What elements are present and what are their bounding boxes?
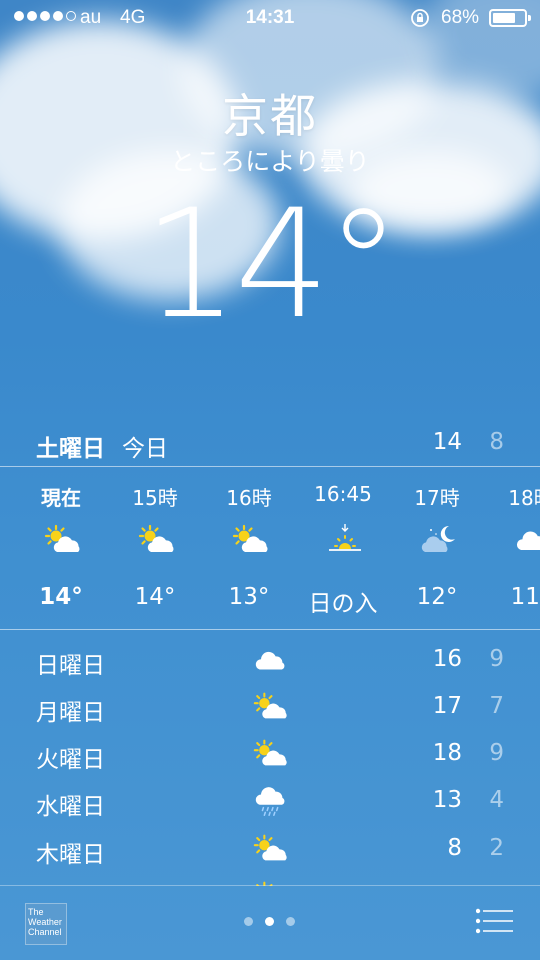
logo-text: The Weather Channel	[28, 907, 62, 937]
hourly-forecast[interactable]: 現在 14° 15時 14° 16時 13° 16:45 日の入 17時 12° 18時 11°	[0, 468, 540, 628]
partly-sunny-icon	[231, 524, 271, 556]
daily-low: 9	[489, 740, 504, 766]
city-name: 京都	[222, 89, 318, 143]
daily-weekday: 日曜日	[36, 653, 105, 679]
hourly-item: 17時 12°	[390, 468, 484, 628]
page-dot[interactable]	[244, 917, 253, 926]
today-low: 8	[489, 429, 504, 455]
hourly-item: 15時 14°	[108, 468, 202, 628]
today-summary-row: 土曜日 今日 14 8	[0, 425, 540, 465]
daily-row: 月曜日 17 7	[0, 683, 540, 730]
hourly-item: 現在 14°	[14, 468, 108, 628]
hourly-item: 16:45 日の入	[296, 468, 390, 628]
hourly-temperature: 14°	[39, 584, 83, 610]
daily-weekday: 木曜日	[36, 842, 105, 868]
cloud-icon	[252, 644, 290, 676]
daily-weekday: 火曜日	[36, 747, 105, 773]
daily-row: 水曜日 13 4	[0, 777, 540, 824]
daily-high: 13	[432, 787, 462, 813]
today-high: 14	[432, 429, 462, 455]
bottom-toolbar: The Weather Channel	[0, 886, 540, 960]
today-weekday: 土曜日	[36, 436, 105, 462]
daily-high: 16	[432, 646, 462, 672]
partly-sunny-icon	[252, 691, 290, 723]
partly-sunny-icon	[252, 738, 290, 770]
sunset-icon	[325, 524, 365, 556]
hourly-time: 16:45	[314, 482, 372, 506]
divider	[0, 629, 540, 630]
current-temperature-value: 14°	[143, 178, 401, 352]
daily-low: 9	[489, 646, 504, 672]
status-bar: au 4G 14:31 68%	[0, 0, 540, 36]
divider	[0, 466, 540, 467]
daily-row: 火曜日 18 9	[0, 730, 540, 777]
battery-icon	[489, 9, 531, 27]
partly-sunny-icon	[43, 524, 83, 556]
weather-channel-logo[interactable]: The Weather Channel	[25, 903, 67, 945]
daily-high: 18	[432, 740, 462, 766]
daily-low: 7	[489, 693, 504, 719]
daily-row: 日曜日 16 9	[0, 636, 540, 683]
daily-low: 4	[489, 787, 504, 813]
page-dot[interactable]	[286, 917, 295, 926]
page-dot[interactable]	[265, 917, 274, 926]
cloudy-night-icon	[419, 524, 459, 556]
today-label: 今日	[122, 436, 168, 462]
daily-weekday: 月曜日	[36, 700, 105, 726]
hourly-temperature: 11°	[510, 584, 540, 610]
daily-weekday: 水曜日	[36, 794, 105, 820]
hourly-time: 17時	[414, 486, 460, 510]
rotation-lock-icon	[411, 9, 429, 27]
partly-sunny-icon	[137, 524, 177, 556]
daily-forecast[interactable]: 日曜日 16 9 月曜日 17 7 火曜日 18 9 水曜日 13 4 木曜日 8 2 金曜日	[0, 636, 540, 886]
current-temperature: 14°	[0, 190, 540, 340]
hourly-item: 18時 11°	[484, 468, 540, 628]
partly-sunny-icon	[252, 833, 290, 865]
hourly-time: 15時	[132, 486, 178, 510]
hourly-time: 16時	[226, 486, 272, 510]
hourly-temperature: 日の入	[308, 591, 378, 617]
city-list-icon[interactable]	[476, 908, 514, 934]
hourly-temperature: 13°	[228, 584, 270, 610]
page-indicator[interactable]	[244, 917, 295, 926]
battery-percentage: 68%	[441, 7, 480, 28]
hourly-time: 18時	[508, 486, 540, 510]
daily-row: 金曜日	[0, 872, 540, 886]
hourly-temperature: 14°	[134, 584, 176, 610]
cloud-icon	[513, 524, 540, 556]
daily-high: 17	[432, 693, 462, 719]
daily-low: 2	[489, 835, 504, 861]
daily-row: 木曜日 8 2	[0, 825, 540, 872]
weather-condition: ところにより曇り	[170, 147, 370, 176]
hourly-time: 現在	[41, 486, 81, 510]
daily-high: 8	[447, 835, 462, 861]
hourly-temperature: 12°	[416, 584, 458, 610]
rain-cloud-icon	[252, 785, 290, 817]
hourly-item: 16時 13°	[202, 468, 296, 628]
